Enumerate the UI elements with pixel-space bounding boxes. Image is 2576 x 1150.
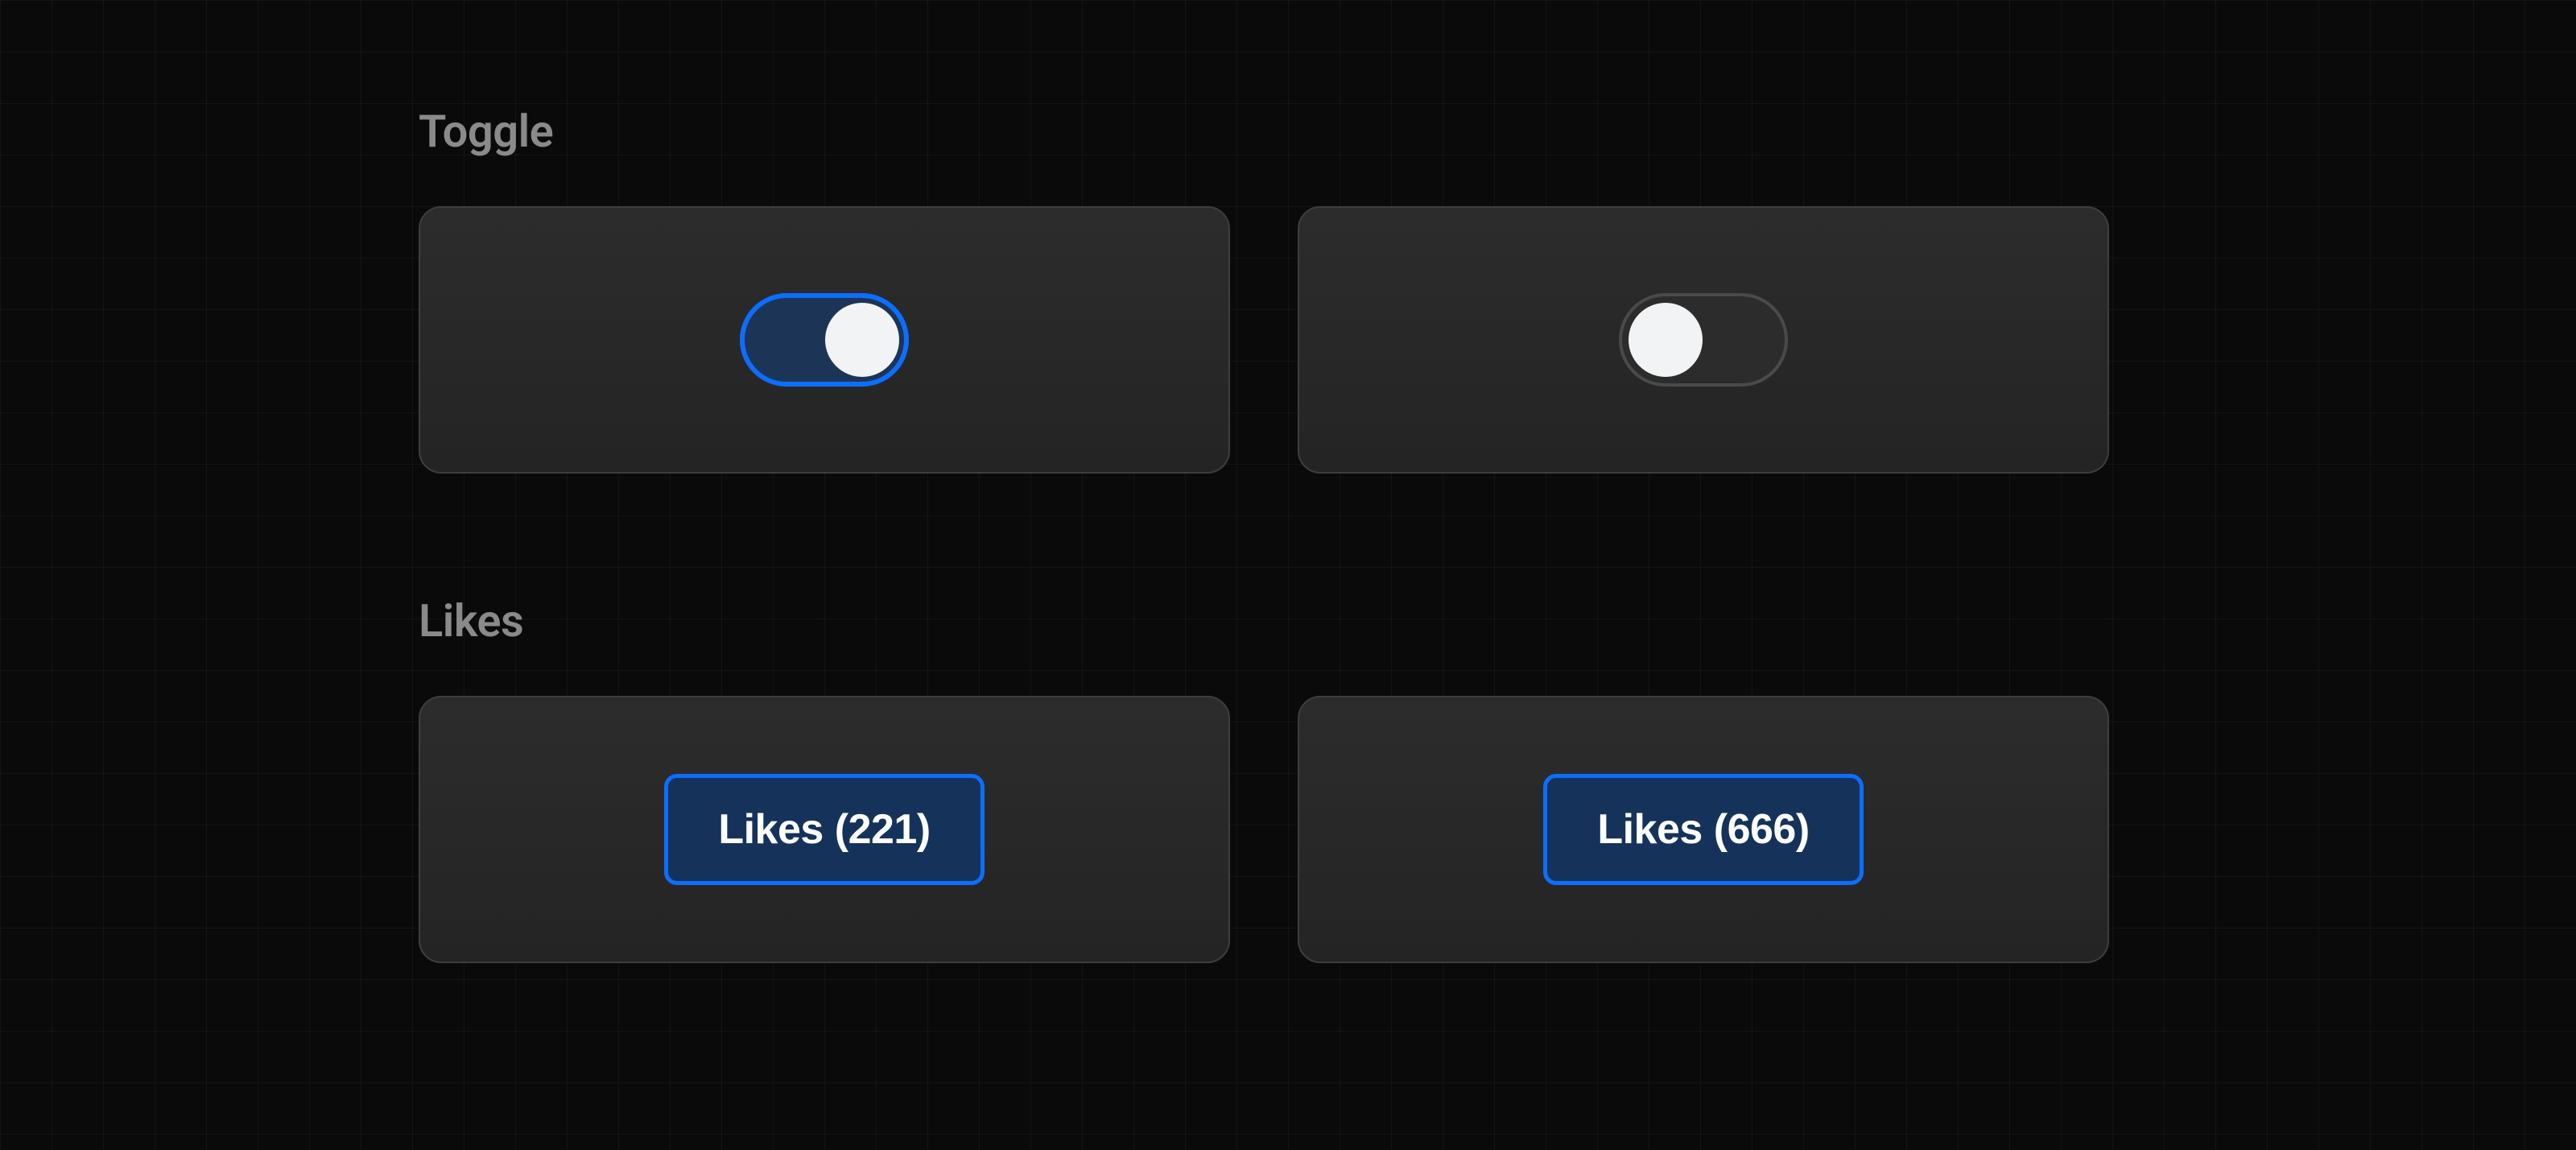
likes-row: Likes (221) Likes (666): [419, 696, 2157, 963]
toggle-row: [419, 206, 2157, 474]
likes-button[interactable]: Likes (666): [1543, 774, 1863, 885]
likes-card-1: Likes (666): [1298, 696, 2109, 963]
toggle-thumb: [1629, 303, 1703, 377]
section-heading-toggle: Toggle: [419, 105, 2157, 158]
likes-card-0: Likes (221): [419, 696, 1230, 963]
toggle-thumb: [825, 303, 899, 377]
likes-button[interactable]: Likes (221): [664, 774, 984, 885]
toggle-card-on: [419, 206, 1230, 474]
toggle-switch-on[interactable]: [740, 293, 909, 387]
section-heading-likes: Likes: [419, 594, 2157, 647]
toggle-switch-off[interactable]: [1619, 293, 1788, 387]
toggle-card-off: [1298, 206, 2109, 474]
